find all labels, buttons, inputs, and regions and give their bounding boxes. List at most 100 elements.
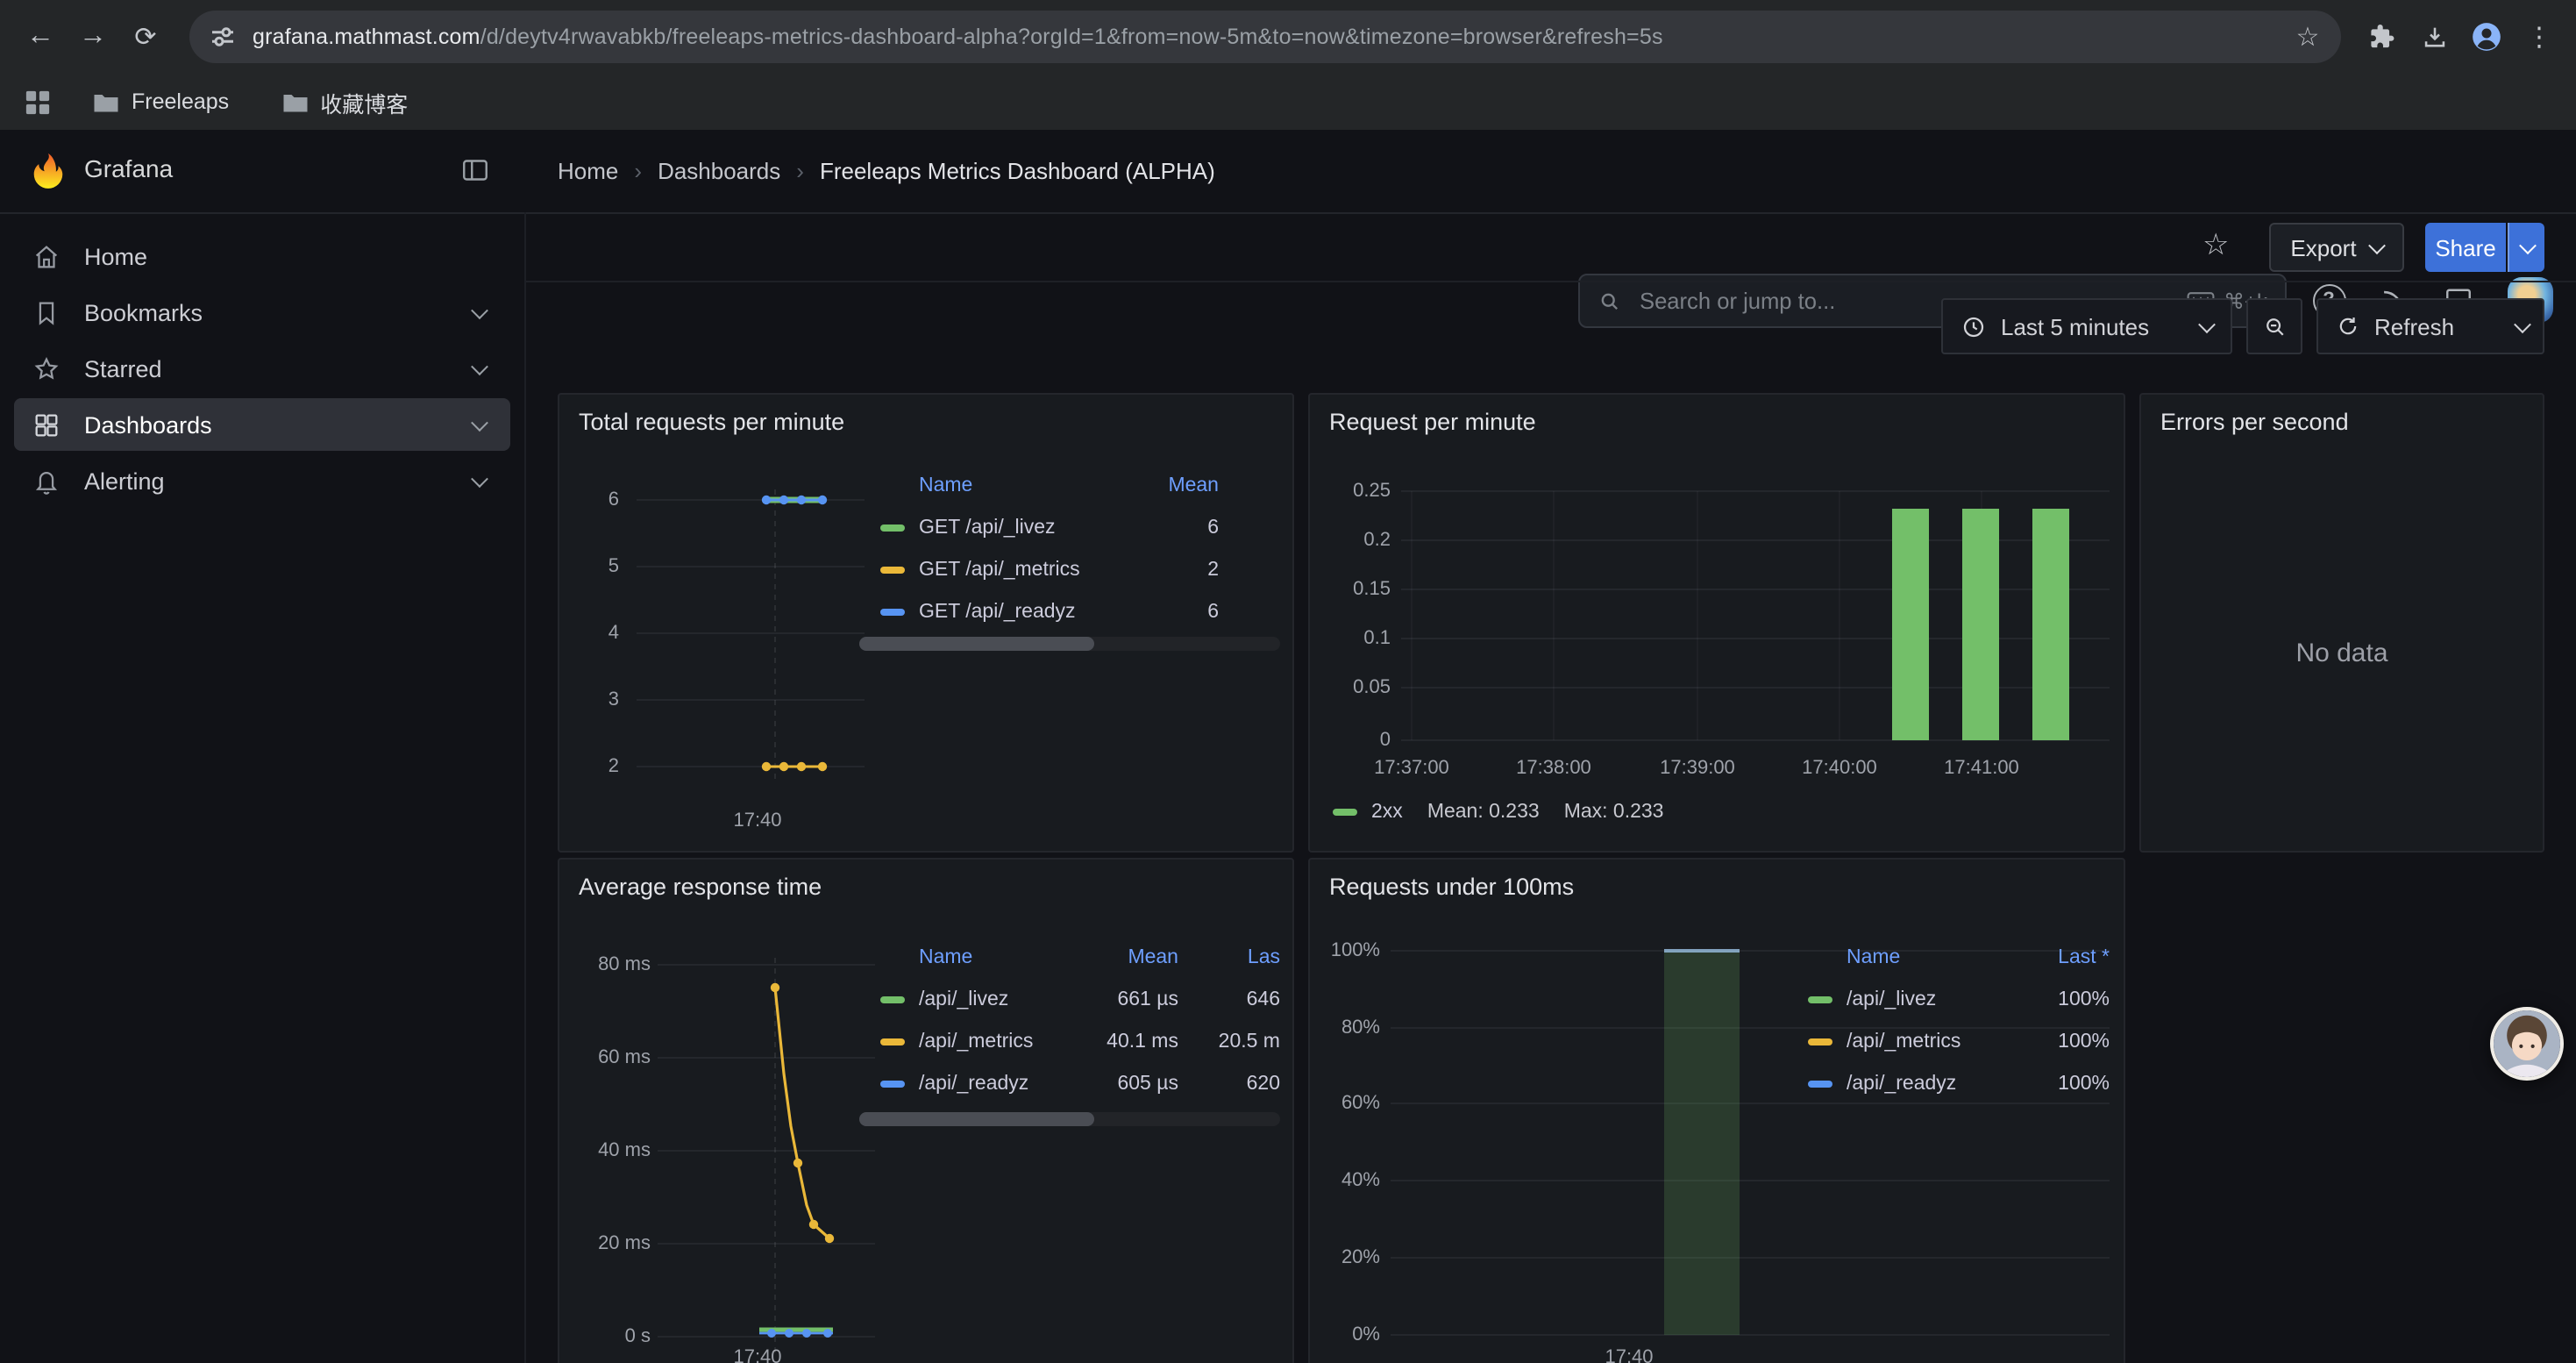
legend-header-mean[interactable]: Mean [1138, 475, 1219, 496]
forward-button[interactable]: → [67, 11, 119, 63]
line-chart[interactable] [658, 951, 875, 1363]
assistant-avatar[interactable] [2490, 1007, 2564, 1081]
panel-requests-under-100ms: Requests under 100ms 100% 80% 60% 40% 20… [1308, 858, 2125, 1363]
line-chart[interactable] [637, 482, 865, 798]
series-color-dash [880, 996, 905, 1003]
no-data-message: No data [2141, 639, 2543, 668]
folder-icon [93, 90, 119, 113]
y-axis-tick: 3 [573, 688, 619, 712]
panel-title[interactable]: Total requests per minute [579, 409, 844, 435]
site-info-icon[interactable] [210, 25, 235, 49]
star-icon [32, 353, 63, 384]
sidebar-item-label: Home [84, 243, 147, 269]
y-axis-tick: 20% [1313, 1245, 1380, 1270]
legend-row[interactable]: 2xx Mean: 0.233 Max: 0.233 [1333, 795, 2104, 830]
legend-row[interactable]: /api/_metrics 100% [1801, 1021, 2110, 1063]
legend-table: Name Mean Las /api/_livez 661 µs 646 /ap… [859, 937, 1280, 1105]
url-bar[interactable]: grafana.mathmast.com/d/deytv4rwavabkb/fr… [189, 11, 2341, 63]
downloads-icon[interactable] [2408, 11, 2460, 63]
chevron-down-icon[interactable] [471, 469, 488, 487]
legend-header-last[interactable]: Las [1192, 947, 1280, 968]
share-button[interactable]: Share [2425, 223, 2506, 272]
sidebar-item-home[interactable]: Home [14, 230, 510, 282]
back-button[interactable]: ← [14, 11, 67, 63]
y-axis-tick: 80 ms [566, 953, 651, 977]
legend-header-name[interactable]: Name [1847, 947, 1900, 968]
chevron-down-icon [2198, 315, 2216, 332]
y-axis-tick: 0.05 [1320, 675, 1391, 700]
y-axis-tick: 0 [1320, 728, 1391, 753]
bookmark-blog-folder[interactable]: 收藏博客 [271, 81, 418, 123]
chevron-down-icon[interactable] [471, 413, 488, 431]
panel-title[interactable]: Errors per second [2160, 409, 2349, 435]
legend-row[interactable]: /api/_livez 661 µs 646 [859, 979, 1280, 1021]
apps-grid-icon[interactable] [25, 89, 51, 115]
panel-title[interactable]: Average response time [579, 874, 822, 900]
legend-header-name[interactable]: Name [919, 947, 972, 968]
bookmarks-bar: Freeleaps 收藏博客 [0, 74, 2576, 132]
legend-header-row: Name Mean Las [859, 937, 1280, 979]
legend-scrollbar[interactable] [859, 1112, 1280, 1126]
y-axis-tick: 60 ms [566, 1045, 651, 1070]
legend-row[interactable]: /api/_metrics 40.1 ms 20.5 m [859, 1021, 1280, 1063]
panel-request-per-minute: Request per minute 0.25 0.2 0.15 0.1 0.0… [1308, 393, 2125, 853]
extensions-icon[interactable] [2355, 11, 2408, 63]
bookmark-freeleaps[interactable]: Freeleaps [82, 81, 239, 123]
series-color-dash [880, 1081, 905, 1088]
zoom-out-button[interactable] [2246, 298, 2302, 354]
series-color-dash [880, 609, 905, 616]
sidebar-item-label: Dashboards [84, 411, 212, 438]
legend-row[interactable]: GET /api/_metrics 2 [859, 549, 1280, 591]
legend-header-last[interactable]: Last * [2025, 947, 2110, 968]
panel-title[interactable]: Requests under 100ms [1329, 874, 1574, 900]
series-color-dash [1333, 809, 1357, 816]
export-button[interactable]: Export [2269, 223, 2404, 272]
legend-scrollbar[interactable] [859, 637, 1280, 651]
home-icon [32, 240, 63, 272]
legend-row[interactable]: /api/_readyz 605 µs 620 [859, 1063, 1280, 1105]
bell-icon [32, 465, 63, 496]
reload-button[interactable]: ⟳ [119, 11, 172, 63]
sidebar-item-dashboards[interactable]: Dashboards [14, 398, 510, 451]
series-color-dash [880, 525, 905, 532]
folder-icon [281, 90, 308, 113]
bar-chart[interactable] [1401, 482, 2110, 746]
legend-header-name[interactable]: Name [919, 475, 972, 496]
refresh-interval-button[interactable] [2501, 298, 2544, 354]
sidebar-item-starred[interactable]: Starred [14, 342, 510, 395]
refresh-button[interactable]: Refresh [2316, 298, 2502, 354]
legend-row[interactable]: /api/_livez 100% [1801, 979, 2110, 1021]
breadcrumb-dashboards[interactable]: Dashboards [658, 158, 780, 184]
x-axis-tick: 17:39:00 [1648, 756, 1747, 781]
bookmark-star-icon[interactable]: ☆ [2285, 14, 2330, 60]
sidebar-item-alerting[interactable]: Alerting [14, 454, 510, 507]
breadcrumb: Home › Dashboards › Freeleaps Metrics Da… [558, 130, 1215, 212]
x-axis-tick: 17:37:00 [1363, 756, 1461, 781]
clock-icon [1960, 313, 1987, 339]
legend-table: Name Mean GET /api/_livez 6 GET /api/_me… [859, 465, 1280, 633]
y-axis-tick: 100% [1313, 938, 1380, 963]
chevron-down-icon[interactable] [471, 301, 488, 318]
dock-menu-icon[interactable] [459, 154, 491, 186]
breadcrumb-home[interactable]: Home [558, 158, 618, 184]
y-axis-tick: 20 ms [566, 1231, 651, 1256]
profile-icon[interactable] [2460, 11, 2513, 63]
favorite-star-icon[interactable]: ☆ [2202, 228, 2230, 263]
y-axis-tick: 5 [573, 554, 619, 579]
url-text: grafana.mathmast.com/d/deytv4rwavabkb/fr… [253, 25, 2285, 49]
time-range-button[interactable]: Last 5 minutes [1941, 298, 2232, 354]
legend-header-mean[interactable]: Mean [1080, 947, 1178, 968]
panel-total-requests: Total requests per minute 6 5 4 3 2 17:4… [558, 393, 1294, 853]
brand-text: Grafana [84, 154, 173, 182]
panel-title[interactable]: Request per minute [1329, 409, 1536, 435]
legend-row[interactable]: GET /api/_livez 6 [859, 507, 1280, 549]
share-menu-button[interactable] [2508, 223, 2544, 272]
legend-row[interactable]: /api/_readyz 100% [1801, 1063, 2110, 1105]
chevron-down-icon[interactable] [471, 357, 488, 375]
browser-menu-icon[interactable]: ⋮ [2513, 11, 2565, 63]
grafana-logo[interactable] [28, 151, 68, 191]
bookmark-icon [32, 296, 63, 328]
x-axis-tick: 17:40 [708, 809, 807, 833]
sidebar-item-bookmarks[interactable]: Bookmarks [14, 286, 510, 339]
legend-row[interactable]: GET /api/_readyz 6 [859, 591, 1280, 633]
